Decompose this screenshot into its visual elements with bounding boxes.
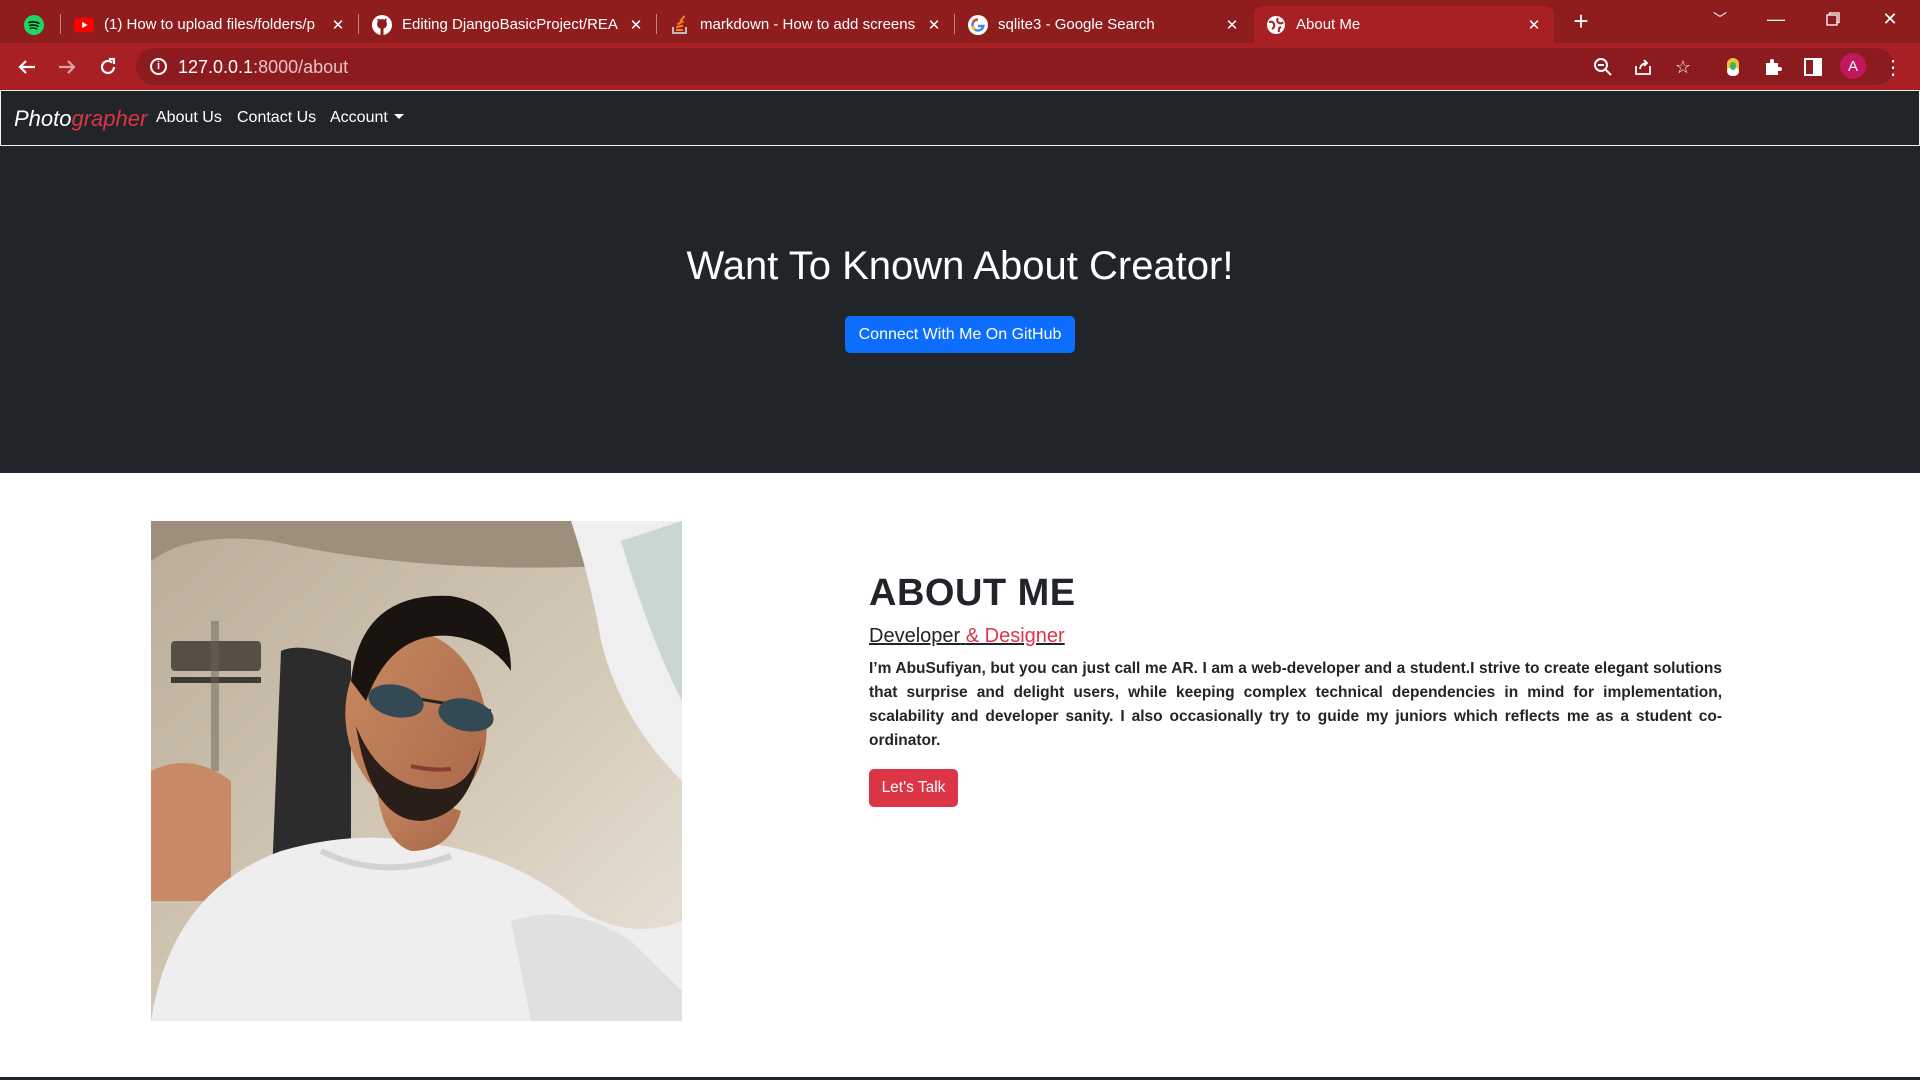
tab-separator — [358, 14, 359, 34]
tab-close-icon[interactable]: ✕ — [330, 17, 346, 34]
minimize-icon[interactable]: — — [1756, 4, 1796, 34]
reload-icon[interactable] — [94, 53, 122, 81]
browser-tab-strip: (1) How to upload files/folders/p ✕ Edit… — [0, 0, 1920, 43]
nav-contact-us[interactable]: Contact Us — [237, 109, 316, 127]
menu-kebab-icon[interactable]: ⋮ — [1880, 54, 1906, 80]
tab-stackoverflow[interactable]: markdown - How to add screensl ✕ — [658, 6, 954, 43]
tab-title: (1) How to upload files/folders/p — [104, 16, 315, 33]
restore-icon[interactable] — [1813, 4, 1853, 34]
nav-about-us[interactable]: About Us — [156, 109, 222, 127]
about-role: Developer & Designer — [869, 625, 1065, 648]
tab-title: Editing DjangoBasicProject/READ — [402, 16, 618, 33]
tab-github[interactable]: Editing DjangoBasicProject/READ ✕ — [360, 6, 656, 43]
about-heading: ABOUT ME — [869, 572, 1076, 614]
site-info-icon[interactable]: i — [150, 58, 167, 75]
hero-title: Want To Known About Creator! — [686, 244, 1234, 288]
lets-talk-button[interactable]: Let's Talk — [869, 769, 958, 807]
url-path: :8000/about — [253, 57, 349, 77]
spotify-icon — [24, 14, 44, 35]
share-icon[interactable] — [1631, 55, 1655, 79]
tab-separator — [60, 14, 61, 34]
extensions-puzzle-icon[interactable] — [1760, 54, 1786, 80]
url-text[interactable]: 127.0.0.1:8000/about — [178, 57, 348, 78]
tab-search-chevron-icon[interactable]: ﹀ — [1700, 4, 1740, 34]
page-viewport: Photographer About Us Contact Us Account… — [0, 90, 1920, 1080]
globe-icon — [1266, 15, 1286, 35]
github-connect-button[interactable]: Connect With Me On GitHub — [845, 316, 1075, 353]
about-bio: I’m AbuSufiyan, but you can just call me… — [869, 660, 1722, 749]
address-bar[interactable]: i 127.0.0.1:8000/about ☆ — [136, 48, 1894, 85]
brand-logo[interactable]: Photographer — [14, 106, 147, 132]
tab-spotify[interactable] — [16, 6, 60, 43]
tab-title: markdown - How to add screensl — [700, 16, 916, 33]
brand-accent: grapher — [71, 106, 148, 131]
nav-account-dropdown[interactable]: Account — [330, 109, 404, 127]
site-navbar: Photographer About Us Contact Us Account — [0, 90, 1920, 146]
tab-about-me[interactable]: About Me ✕ — [1254, 6, 1554, 43]
creator-photo — [151, 521, 682, 1021]
url-host: 127.0.0.1 — [178, 57, 254, 77]
tab-google[interactable]: sqlite3 - Google Search ✕ — [956, 6, 1252, 43]
tab-close-icon[interactable]: ✕ — [1526, 17, 1542, 34]
tab-separator — [656, 14, 657, 34]
zoom-icon[interactable] — [1591, 55, 1615, 79]
stackoverflow-icon — [670, 14, 690, 35]
github-icon — [372, 14, 392, 35]
new-tab-plus-icon[interactable]: + — [1567, 8, 1595, 36]
window-close-icon[interactable]: ✕ — [1870, 4, 1910, 34]
browser-toolbar: i 127.0.0.1:8000/about ☆ ⋮ — [0, 43, 1920, 90]
profile-avatar[interactable]: A — [1840, 53, 1866, 79]
tab-close-icon[interactable]: ✕ — [926, 17, 942, 34]
back-arrow-icon[interactable] — [13, 53, 41, 81]
tab-close-icon[interactable]: ✕ — [628, 17, 644, 34]
tab-separator — [954, 14, 955, 34]
tab-close-icon[interactable]: ✕ — [1224, 17, 1240, 34]
role-secondary: & Designer — [965, 625, 1065, 647]
forward-arrow-icon[interactable] — [53, 53, 81, 81]
tab-title: sqlite3 - Google Search — [998, 16, 1155, 33]
google-icon — [968, 14, 988, 35]
tab-title: About Me — [1296, 16, 1361, 33]
brand-main: Photo — [14, 106, 72, 131]
youtube-icon — [74, 15, 94, 35]
tab-youtube[interactable]: (1) How to upload files/folders/p ✕ — [62, 6, 358, 43]
extension-gradient-icon[interactable] — [1720, 54, 1746, 80]
nav-account-label: Account — [330, 109, 388, 126]
caret-down-icon — [393, 114, 404, 119]
role-primary: Developer — [869, 625, 961, 647]
side-panel-icon[interactable] — [1800, 54, 1826, 80]
bookmark-star-icon[interactable]: ☆ — [1671, 55, 1695, 79]
hero-section: Want To Known About Creator! Connect Wit… — [0, 146, 1920, 473]
